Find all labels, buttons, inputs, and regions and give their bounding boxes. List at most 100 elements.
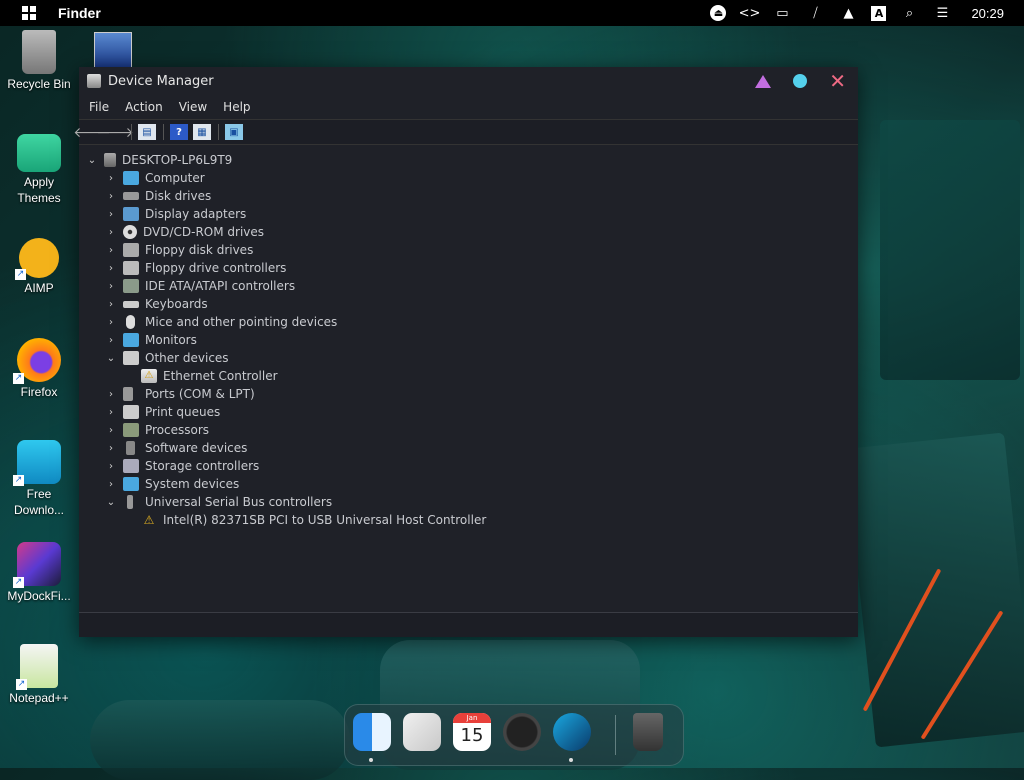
shortcut-arrow-icon: ↗	[13, 373, 24, 384]
chevron-down-icon[interactable]: ⌄	[106, 353, 116, 364]
chevron-right-icon[interactable]: ›	[106, 227, 116, 238]
window-titlebar[interactable]: Device Manager ✕	[79, 67, 858, 95]
chevron-right-icon[interactable]: ›	[106, 335, 116, 346]
monitor-icon[interactable]: ▭	[772, 4, 792, 22]
clock[interactable]: 20:29	[971, 6, 1004, 21]
tree-root[interactable]: ⌄ DESKTOP-LP6L9T9	[87, 151, 232, 169]
tree-item-label: Software devices	[145, 441, 248, 455]
desktop-partial-icon[interactable]	[94, 32, 132, 68]
tree-item-ports[interactable]: › Ports (COM & LPT)	[106, 385, 255, 403]
menu-view[interactable]: View	[179, 100, 207, 114]
chevron-right-icon[interactable]: ›	[106, 263, 116, 274]
chevron-right-icon[interactable]: ›	[106, 299, 116, 310]
upload-icon[interactable]: ▲	[838, 4, 858, 22]
keyboard-layout-icon[interactable]: A	[871, 5, 887, 21]
chevron-right-icon[interactable]: ›	[106, 425, 116, 436]
toolbar-separator	[218, 124, 219, 140]
chevron-right-icon[interactable]: ›	[106, 317, 116, 328]
tree-item-computer[interactable]: › Computer	[106, 169, 205, 187]
chevron-right-icon[interactable]: ›	[106, 191, 116, 202]
menu-action[interactable]: Action	[125, 100, 163, 114]
code-icon[interactable]: <>	[739, 4, 761, 22]
eject-icon[interactable]: ⏏	[710, 5, 727, 21]
tree-item-disk-drives[interactable]: › Disk drives	[106, 187, 211, 205]
usb-icon	[127, 495, 133, 509]
tree-item-floppy-drive-controllers[interactable]: › Floppy drive controllers	[106, 259, 286, 277]
windows-start-icon[interactable]	[22, 6, 36, 20]
view-details-icon[interactable]: ▦	[193, 124, 211, 140]
desktop-icon-free-download-manager[interactable]: ↗ Free Downlo...	[2, 440, 76, 518]
desktop-icon-mydockfinder[interactable]: ↗ MyDockFi...	[2, 542, 76, 604]
tree-item-keyboards[interactable]: › Keyboards	[106, 295, 208, 313]
tree-item-ide-controllers[interactable]: › IDE ATA/ATAPI controllers	[106, 277, 295, 295]
maximize-button[interactable]	[793, 74, 808, 88]
tree-child-label: Ethernet Controller	[163, 369, 278, 383]
window-controls: ✕	[755, 71, 846, 91]
finder-icon[interactable]	[353, 713, 391, 751]
chevron-down-icon[interactable]: ⌄	[87, 155, 97, 166]
chevron-right-icon[interactable]: ›	[106, 245, 116, 256]
properties-icon[interactable]: ▤	[138, 124, 156, 140]
chevron-right-icon[interactable]: ›	[106, 461, 116, 472]
desktop-icon-aimp[interactable]: ↗ AIMP	[2, 238, 76, 296]
tree-item-mice[interactable]: › Mice and other pointing devices	[106, 313, 337, 331]
tree-item-software-devices[interactable]: › Software devices	[106, 439, 247, 457]
wallpaper-detail	[880, 120, 1020, 380]
menu-help[interactable]: Help	[223, 100, 250, 114]
desktop-icon-recycle-bin[interactable]: Recycle Bin	[2, 30, 76, 92]
notepadpp-icon: ↗	[16, 644, 58, 690]
chevron-right-icon[interactable]: ›	[106, 407, 116, 418]
forward-arrow-icon[interactable]: 🡒	[96, 124, 134, 141]
system-device-icon	[123, 477, 139, 491]
app-arrow-icon[interactable]	[553, 713, 591, 751]
scan-hardware-icon[interactable]: ▣	[225, 124, 243, 140]
tree-item-label: Display adapters	[145, 207, 247, 221]
desktop-icon-notepadpp[interactable]: ↗ Notepad++	[2, 644, 76, 706]
tree-child-usb-host-controller[interactable]: ⚠ Intel(R) 82371SB PCI to USB Universal …	[141, 511, 487, 529]
chevron-right-icon[interactable]: ›	[106, 479, 116, 490]
menu-file[interactable]: File	[89, 100, 109, 114]
control-center-icon[interactable]: ☰	[932, 4, 952, 22]
device-tree: ⌄ DESKTOP-LP6L9T9 › Computer › Disk driv…	[79, 145, 858, 611]
warning-device-icon: ⚠	[143, 513, 155, 527]
calendar-day: 15	[460, 725, 484, 746]
chevron-right-icon[interactable]: ›	[106, 443, 116, 454]
tree-item-label: Mice and other pointing devices	[145, 315, 338, 329]
chevron-right-icon[interactable]: ›	[106, 173, 116, 184]
floppy-controller-icon	[123, 261, 139, 275]
chevron-right-icon[interactable]: ›	[106, 281, 116, 292]
help-icon[interactable]: ?	[170, 124, 188, 140]
active-app-name[interactable]: Finder	[58, 5, 101, 21]
launchpad-icon[interactable]	[403, 713, 441, 751]
trash-icon[interactable]	[633, 713, 663, 751]
tree-item-processors[interactable]: › Processors	[106, 421, 209, 439]
tree-item-label: Floppy drive controllers	[145, 261, 287, 275]
download-manager-icon: ↗	[13, 440, 61, 486]
tree-item-floppy-disk-drives[interactable]: › Floppy disk drives	[106, 241, 253, 259]
clock-icon[interactable]	[503, 713, 541, 751]
running-indicator	[569, 758, 573, 762]
tree-item-monitors[interactable]: › Monitors	[106, 331, 197, 349]
desktop-icon-apply-themes[interactable]: Apply Themes	[2, 134, 76, 206]
tree-item-dvd-drives[interactable]: › DVD/CD-ROM drives	[106, 223, 264, 241]
mute-icon[interactable]: ⧸	[805, 4, 825, 22]
wallpaper-detail	[90, 700, 350, 780]
tree-item-display-adapters[interactable]: › Display adapters	[106, 205, 246, 223]
tree-item-other-devices[interactable]: ⌄ Other devices	[106, 349, 229, 367]
tree-item-system-devices[interactable]: › System devices	[106, 475, 239, 493]
tree-child-ethernet-controller[interactable]: ⚠ Ethernet Controller	[141, 367, 278, 385]
shortcut-arrow-icon: ↗	[15, 269, 26, 280]
tree-item-usb-controllers[interactable]: ⌄ Universal Serial Bus controllers	[106, 493, 332, 511]
close-button[interactable]: ✕	[829, 71, 846, 91]
search-icon[interactable]: ⌕	[899, 4, 919, 22]
chevron-right-icon[interactable]: ›	[106, 209, 116, 220]
minimize-button[interactable]	[755, 74, 772, 88]
chevron-right-icon[interactable]: ›	[106, 389, 116, 400]
chevron-down-icon[interactable]: ⌄	[106, 497, 116, 508]
desktop-icon-firefox[interactable]: ↗ Firefox	[2, 338, 76, 400]
tree-item-print-queues[interactable]: › Print queues	[106, 403, 220, 421]
dvd-icon	[123, 225, 137, 239]
tree-item-label: Disk drives	[145, 189, 212, 203]
calendar-icon[interactable]: Jan 15	[453, 713, 491, 751]
tree-item-storage-controllers[interactable]: › Storage controllers	[106, 457, 259, 475]
